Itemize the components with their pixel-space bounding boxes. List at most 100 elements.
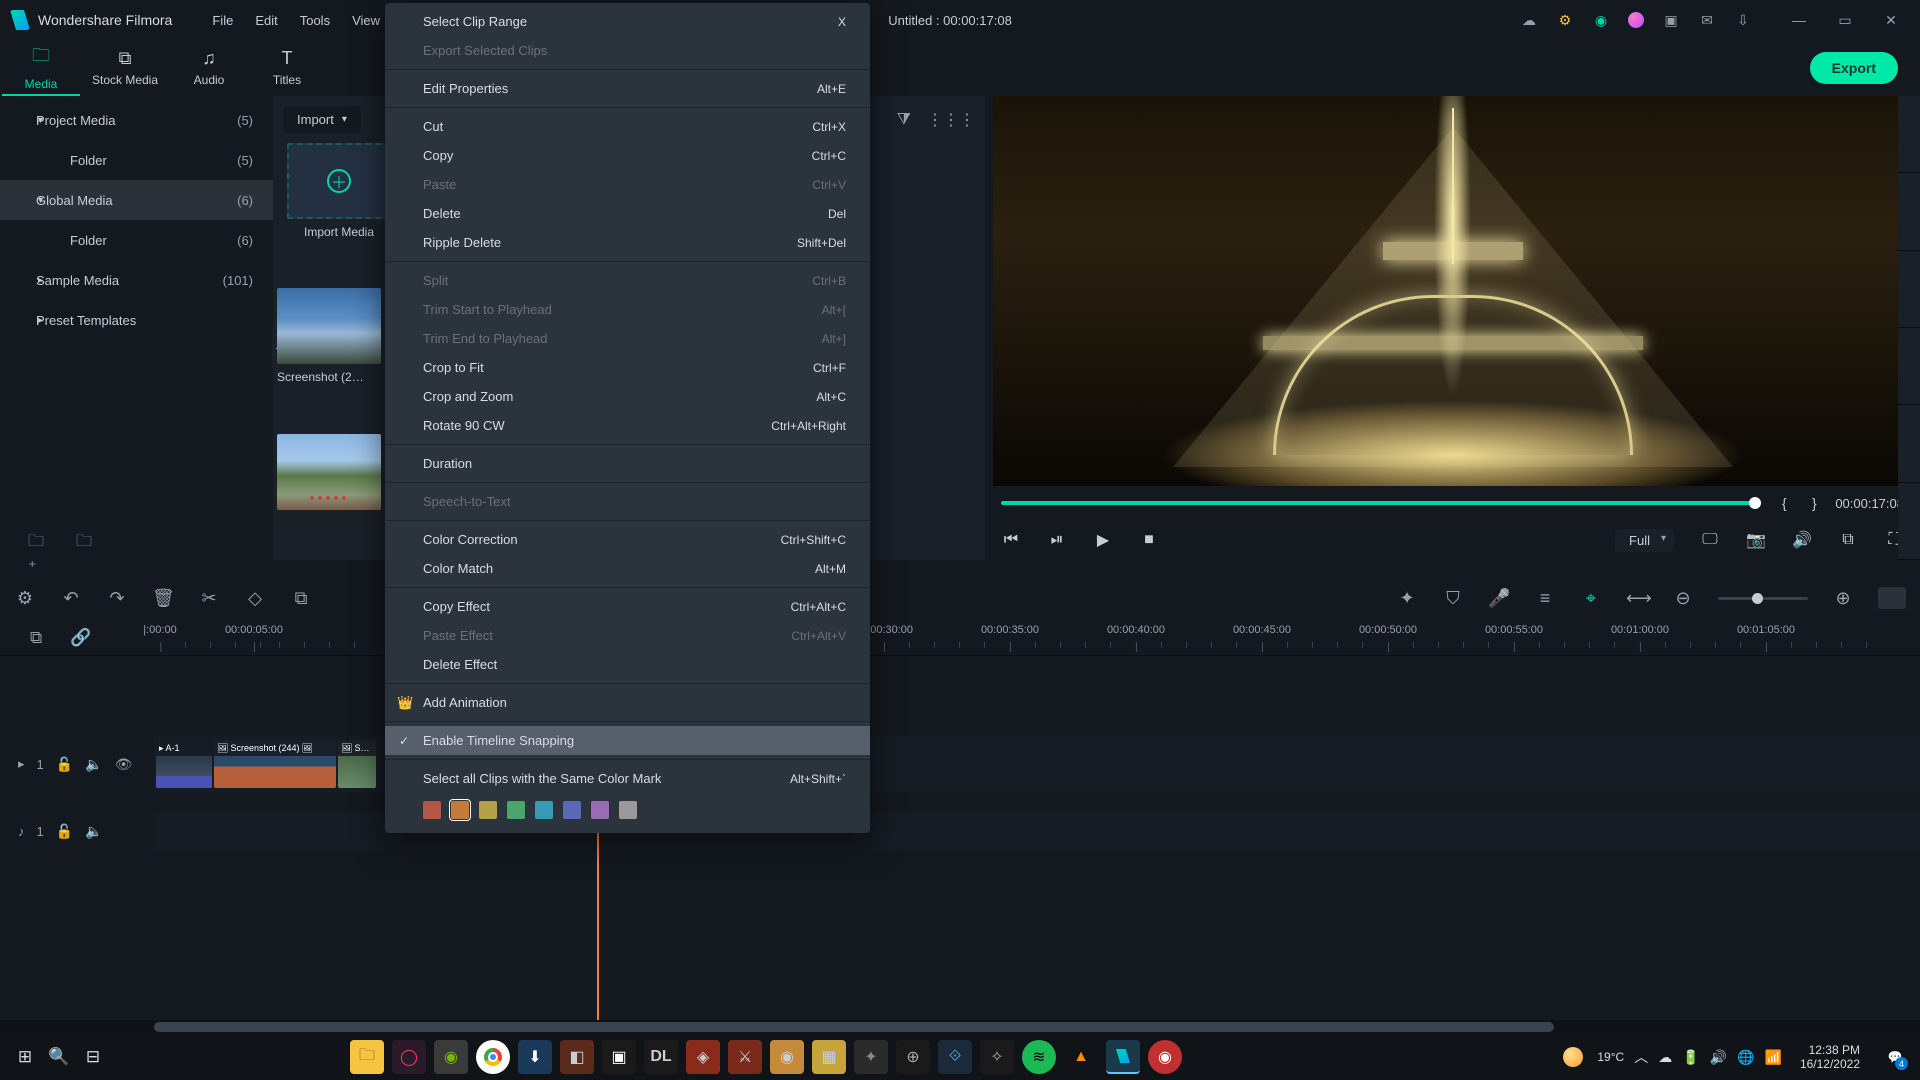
taskbar-app-generic-2[interactable]: ◧	[560, 1040, 594, 1074]
stop-button[interactable]: ■	[1139, 531, 1159, 549]
tray-wifi-icon[interactable]: 📶	[1765, 1049, 1782, 1066]
tab-stock-media[interactable]: ⧉Stock Media	[80, 40, 170, 96]
tray-volume-icon[interactable]: 🔊	[1710, 1049, 1727, 1066]
zoom-out-button[interactable]: ⊖	[1672, 588, 1694, 609]
menu-item[interactable]: Ripple DeleteShift+Del	[385, 228, 870, 257]
mark-out-button[interactable]: }	[1805, 495, 1823, 511]
undo-button[interactable]: ↶	[60, 588, 82, 609]
taskbar-app-generic-11[interactable]: ⟐	[938, 1040, 972, 1074]
fit-icon[interactable]: ⟷	[1626, 588, 1648, 609]
menu-item[interactable]: Color MatchAlt+M	[385, 554, 870, 583]
tray-chevron-icon[interactable]: ︿	[1634, 1047, 1648, 1067]
lock-icon[interactable]: 🔓	[56, 756, 73, 773]
timeline-chain-icon[interactable]: 🔗	[70, 628, 91, 648]
timeline-clip[interactable]: 🖼 Screenshot (244) 🖼	[214, 740, 336, 788]
taskbar-clock[interactable]: 12:38 PM 16/12/2022	[1800, 1043, 1860, 1072]
taskbar-app-spotify[interactable]: ≋	[1022, 1040, 1056, 1074]
prev-frame-button[interactable]: ⏮	[1001, 531, 1021, 549]
menu-item[interactable]: 👑Add Animation	[385, 688, 870, 717]
color-swatch[interactable]	[423, 801, 441, 819]
menu-item[interactable]: Edit PropertiesAlt+E	[385, 74, 870, 103]
delete-button[interactable]: 🗑	[152, 588, 174, 609]
color-swatch[interactable]	[507, 801, 525, 819]
sidebar-item[interactable]: ▾Global Media(6)	[0, 180, 273, 220]
filter-icon[interactable]: ⧩	[897, 111, 911, 129]
color-swatch[interactable]	[535, 801, 553, 819]
quality-dropdown[interactable]: Full	[1615, 529, 1674, 552]
mail-icon[interactable]: ✉	[1698, 11, 1716, 29]
taskbar-app-generic-9[interactable]: ✦	[854, 1040, 888, 1074]
color-swatch[interactable]	[563, 801, 581, 819]
open-folder-icon[interactable]: 🗀	[76, 530, 96, 548]
zoom-in-button[interactable]: ⊕	[1832, 588, 1854, 609]
import-dropdown[interactable]: Import▾	[283, 106, 361, 133]
menu-item[interactable]: ✓Enable Timeline Snapping	[385, 726, 870, 755]
snap-icon[interactable]: ⌖	[1580, 588, 1602, 609]
menu-item[interactable]: Duration	[385, 449, 870, 478]
shield-icon[interactable]: ⛉	[1442, 588, 1464, 609]
taskbar-app-explorer[interactable]: 🗀	[350, 1040, 384, 1074]
download-icon[interactable]: ⇩	[1734, 11, 1752, 29]
taskbar-app-generic-7[interactable]: ◉	[770, 1040, 804, 1074]
maximize-button[interactable]: ▭	[1826, 5, 1864, 35]
taskbar-app-generic-3[interactable]: ▣	[602, 1040, 636, 1074]
taskbar-app-generic-6[interactable]: ⚔	[728, 1040, 762, 1074]
crop-icon[interactable]: ⧉	[290, 588, 312, 609]
lightbulb-icon[interactable]: ⚙	[1556, 11, 1574, 29]
menu-item[interactable]: Crop to FitCtrl+F	[385, 353, 870, 382]
taskbar-app-chrome[interactable]	[476, 1040, 510, 1074]
new-folder-icon[interactable]: 🗀⁺	[28, 530, 48, 548]
color-swatch[interactable]	[479, 801, 497, 819]
menu-item[interactable]: Color CorrectionCtrl+Shift+C	[385, 525, 870, 554]
export-button[interactable]: Export	[1810, 52, 1898, 84]
timeline-clip[interactable]: ▸ A-1	[156, 740, 212, 788]
save-icon[interactable]: ▣	[1662, 11, 1680, 29]
split-button[interactable]: ✂	[198, 588, 220, 609]
menu-item[interactable]: CutCtrl+X	[385, 112, 870, 141]
cloud-icon[interactable]: ☁	[1520, 11, 1538, 29]
notifications-button[interactable]: 💬4	[1878, 1040, 1912, 1074]
sidebar-item[interactable]: Folder(6)	[0, 220, 273, 260]
menu-item[interactable]: Crop and ZoomAlt+C	[385, 382, 870, 411]
tab-media[interactable]: 🗀Media	[2, 40, 80, 96]
taskbar-app-generic-8[interactable]: ▦	[812, 1040, 846, 1074]
taskbar-app-generic-4[interactable]: DL	[644, 1040, 678, 1074]
settings-icon[interactable]: ⚙	[14, 588, 36, 609]
task-view-button[interactable]: ⊟	[76, 1040, 110, 1074]
preview-viewport[interactable]	[993, 96, 1912, 486]
marker-icon[interactable]: ◇	[244, 588, 266, 609]
menu-item[interactable]: CopyCtrl+C	[385, 141, 870, 170]
grid-view-icon[interactable]: ⋮⋮⋮	[927, 110, 975, 130]
taskbar-app-vlc[interactable]: ▲	[1064, 1040, 1098, 1074]
menu-view[interactable]: View	[352, 13, 380, 28]
timeline-link-icon[interactable]: ⧉	[30, 628, 42, 648]
sidebar-item[interactable]: ▸Preset Templates	[0, 300, 273, 340]
render-icon[interactable]: ✦	[1396, 588, 1418, 609]
sidebar-item[interactable]: ▾Project Media(5)	[0, 100, 273, 140]
minimize-button[interactable]: —	[1780, 5, 1818, 35]
timeline-clip[interactable]: 🖼 S…	[338, 740, 376, 788]
taskbar-app-nvidia[interactable]: ◉	[434, 1040, 468, 1074]
menu-item[interactable]: Copy EffectCtrl+Alt+C	[385, 592, 870, 621]
mark-in-button[interactable]: {	[1775, 495, 1793, 511]
media-item[interactable]	[277, 434, 381, 510]
menu-file[interactable]: File	[212, 13, 233, 28]
tray-network-icon[interactable]: 🌐	[1737, 1049, 1754, 1066]
color-swatch[interactable]	[619, 801, 637, 819]
menu-edit[interactable]: Edit	[255, 13, 277, 28]
mic-icon[interactable]: 🎤	[1488, 588, 1510, 609]
zoom-slider[interactable]	[1718, 597, 1808, 600]
weather-temp[interactable]: 19°C	[1597, 1050, 1624, 1064]
sidebar-item[interactable]: ▸Sample Media(101)	[0, 260, 273, 300]
redo-button[interactable]: ↷	[106, 588, 128, 609]
timeline-scrollbar[interactable]	[0, 1020, 1920, 1034]
mute-icon[interactable]: 🔈	[85, 756, 102, 773]
progress-bar[interactable]	[1001, 501, 1755, 505]
timeline-ruler[interactable]: ⧉ 🔗 |:00:0000:00:05:0000:00:30:0000:00:3…	[0, 620, 1920, 656]
tab-audio[interactable]: ♫Audio	[170, 40, 248, 96]
search-button[interactable]: 🔍	[42, 1040, 76, 1074]
menu-item[interactable]: DeleteDel	[385, 199, 870, 228]
pip-icon[interactable]: ⧉	[1838, 531, 1858, 549]
taskbar-app-generic-12[interactable]: ✧	[980, 1040, 1014, 1074]
mute-icon[interactable]: 🔈	[85, 823, 102, 840]
